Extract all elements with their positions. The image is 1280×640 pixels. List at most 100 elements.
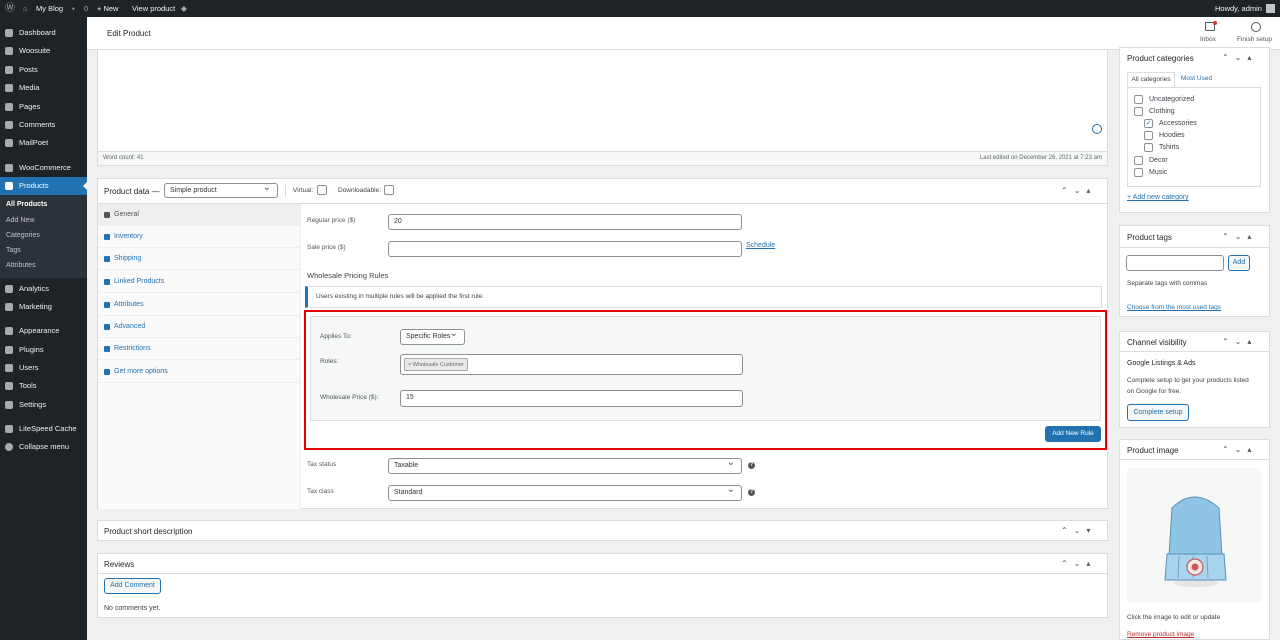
menu-woocommerce[interactable]: WooCommerce — [0, 159, 87, 177]
menu-posts[interactable]: Posts — [0, 61, 87, 79]
submenu-categories[interactable]: Categories — [6, 232, 40, 239]
menu-mailpoet[interactable]: MailPoet — [0, 134, 87, 152]
menu-media[interactable]: Media — [0, 79, 87, 97]
category-checkbox[interactable] — [1134, 156, 1143, 165]
tab-shipping[interactable]: Shipping — [98, 248, 300, 270]
short-description-box[interactable]: Product short description ⌃⌄▾ — [97, 520, 1108, 541]
virtual-checkbox[interactable] — [317, 185, 327, 195]
regular-price-input[interactable]: 20 — [388, 214, 742, 230]
avatar[interactable] — [1266, 4, 1275, 13]
menu-dashboard[interactable]: Dashboard — [0, 24, 87, 42]
woosuite-icon — [5, 47, 13, 55]
category-checkbox[interactable] — [1134, 168, 1143, 177]
box-arrows[interactable]: ⌃⌄▴ — [1061, 186, 1096, 195]
tax-class-select[interactable]: Standard — [388, 485, 742, 501]
wordpress-logo-icon[interactable]: Ⓦ — [5, 0, 15, 17]
diamond-icon[interactable]: ◆ — [181, 0, 187, 17]
menu-appearance[interactable]: Appearance — [0, 322, 87, 340]
menu-marketing[interactable]: Marketing — [0, 298, 87, 316]
box-arrows[interactable]: ⌃⌄▴ — [1222, 53, 1257, 62]
litespeed-icon — [5, 425, 13, 433]
category-label: Accessories — [1159, 120, 1197, 127]
editor-area[interactable]: Word count: 41 Last edited on December 2… — [97, 50, 1108, 166]
tab-all-categories[interactable]: All categories — [1127, 72, 1175, 88]
restrictions-icon — [104, 346, 110, 352]
sale-price-input[interactable] — [388, 241, 742, 257]
tab-inventory[interactable]: Inventory — [98, 226, 300, 248]
menu-plugins[interactable]: Plugins — [0, 341, 87, 359]
menu-users[interactable]: Users — [0, 359, 87, 377]
divider — [98, 573, 1107, 574]
tab-linked-products[interactable]: Linked Products — [98, 271, 300, 293]
product-image[interactable] — [1127, 468, 1261, 602]
new-link[interactable]: + New — [97, 0, 118, 17]
applies-to-select[interactable]: Specific Roles — [400, 329, 465, 345]
tab-general[interactable]: General — [98, 204, 300, 226]
box-arrows[interactable]: ⌃⌄▴ — [1222, 337, 1257, 346]
submenu-attributes[interactable]: Attributes — [6, 262, 36, 269]
menu-tools[interactable]: Tools — [0, 377, 87, 395]
tab-get-more-options[interactable]: Get more options — [98, 361, 300, 383]
editor-status-bar: Word count: 41 Last edited on December 2… — [98, 151, 1107, 165]
channel-heading: Google Listings & Ads — [1127, 360, 1196, 367]
site-name-link[interactable]: My Blog — [36, 0, 63, 17]
menu-woosuite[interactable]: Woosuite — [0, 42, 87, 60]
comments-icon[interactable]: ▪ — [72, 0, 75, 17]
tab-restrictions[interactable]: Restrictions — [98, 338, 300, 360]
category-checkbox-checked[interactable]: ✓ — [1144, 119, 1153, 128]
box-arrows[interactable]: ⌃⌄▴ — [1061, 559, 1096, 568]
divider — [285, 185, 286, 197]
menu-collapse[interactable]: Collapse menu — [0, 438, 87, 456]
tab-attributes[interactable]: Attributes — [98, 294, 300, 316]
menu-comments[interactable]: Comments — [0, 116, 87, 134]
submenu-all-products[interactable]: All Products — [6, 201, 47, 208]
help-icon[interactable]: ? — [748, 489, 755, 496]
submenu-add-new[interactable]: Add New — [6, 217, 34, 224]
category-checkbox[interactable] — [1134, 107, 1143, 116]
menu-settings[interactable]: Settings — [0, 396, 87, 414]
add-new-rule-button[interactable]: Add New Rule — [1045, 426, 1101, 442]
box-arrows[interactable]: ⌃⌄▾ — [1061, 526, 1096, 535]
tag-input[interactable] — [1126, 255, 1224, 271]
remove-image-link[interactable]: Remove product image — [1127, 631, 1194, 638]
downloadable-checkbox[interactable] — [384, 185, 394, 195]
complete-setup-button[interactable]: Complete setup — [1127, 404, 1189, 421]
tab-label: General — [114, 211, 139, 218]
comments-count[interactable]: 0 — [84, 0, 88, 17]
role-tag[interactable]: × Wholesale Customer — [404, 358, 468, 371]
category-checkbox[interactable] — [1144, 131, 1153, 140]
howdy-user[interactable]: Howdy, admin — [1215, 0, 1262, 17]
menu-label: Comments — [19, 120, 56, 129]
add-comment-button[interactable]: Add Comment — [104, 578, 161, 594]
tab-most-used[interactable]: Most Used — [1181, 75, 1212, 82]
tax-status-select[interactable]: Taxable — [388, 458, 742, 474]
add-tag-button[interactable]: Add — [1228, 255, 1250, 271]
help-icon[interactable]: ? — [748, 462, 755, 469]
no-comments-text: No comments yet. — [104, 605, 161, 612]
add-new-category-link[interactable]: + Add new category — [1127, 194, 1189, 201]
product-type-select[interactable]: Simple product — [164, 183, 278, 198]
inbox-label[interactable]: Inbox — [1200, 36, 1216, 43]
category-checkbox[interactable] — [1134, 95, 1143, 104]
roles-select[interactable]: × Wholesale Customer — [400, 354, 743, 375]
grammar-icon[interactable] — [1092, 124, 1102, 134]
category-checkbox[interactable] — [1144, 143, 1153, 152]
box-arrows[interactable]: ⌃⌄▴ — [1222, 445, 1257, 454]
tab-advanced[interactable]: Advanced — [98, 316, 300, 338]
menu-label: Analytics — [19, 284, 50, 293]
schedule-link[interactable]: Schedule — [746, 242, 775, 249]
menu-pages[interactable]: Pages — [0, 98, 87, 116]
menu-products[interactable]: Products — [0, 177, 87, 195]
menu-litespeed[interactable]: LiteSpeed Cache — [0, 420, 87, 438]
divider — [1120, 459, 1269, 460]
box-arrows[interactable]: ⌃⌄▴ — [1222, 232, 1257, 241]
finish-setup-icon[interactable] — [1251, 22, 1261, 32]
choose-tags-link[interactable]: Choose from the most used tags — [1127, 304, 1221, 311]
view-product-link[interactable]: View product — [132, 0, 175, 17]
submenu-tags[interactable]: Tags — [6, 247, 21, 254]
word-count: Word count: 41 — [103, 155, 144, 161]
menu-analytics[interactable]: Analytics — [0, 280, 87, 298]
collapse-icon — [5, 443, 13, 451]
wholesale-price-input[interactable]: 15 — [400, 390, 743, 407]
finish-setup-label[interactable]: Finish setup — [1237, 36, 1272, 43]
